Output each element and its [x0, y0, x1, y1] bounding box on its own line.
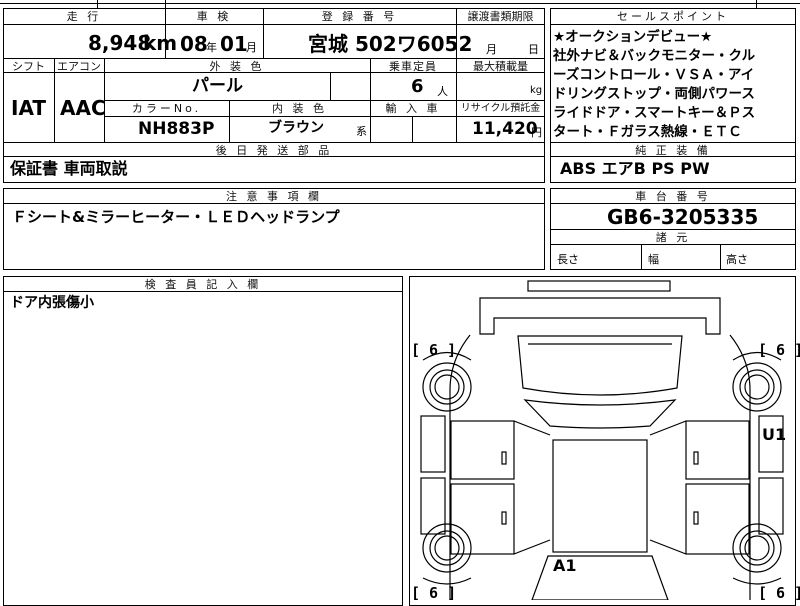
car-damage-diagram: [ 6 ] [ 6 ] [ 6 ] [ 6 ] U1 A1	[411, 280, 800, 600]
front-right-wheel	[732, 362, 782, 412]
right-rear-door	[685, 483, 750, 555]
left-front-door	[450, 420, 515, 480]
damage-mark-u1: U1	[762, 425, 786, 444]
hood	[517, 335, 683, 396]
tire-tr-mark: [ 6 ]	[758, 341, 800, 359]
tire-bl-mark: [ 6 ]	[411, 584, 456, 600]
front-bumper-outline	[479, 297, 721, 335]
rear-left-wheel	[422, 523, 472, 573]
right-front-door	[685, 420, 750, 480]
tire-tl-mark: [ 6 ]	[411, 341, 456, 359]
front-left-wheel	[422, 362, 472, 412]
damage-mark-a1: A1	[553, 556, 577, 575]
windshield	[523, 399, 677, 429]
front-bumper	[527, 280, 671, 292]
body-outline	[449, 334, 751, 600]
left-side-panel	[420, 415, 446, 473]
left-rear-door	[450, 483, 515, 555]
rear-right-wheel	[732, 523, 782, 573]
tire-br-mark: [ 6 ]	[758, 584, 800, 600]
roof	[552, 439, 648, 553]
